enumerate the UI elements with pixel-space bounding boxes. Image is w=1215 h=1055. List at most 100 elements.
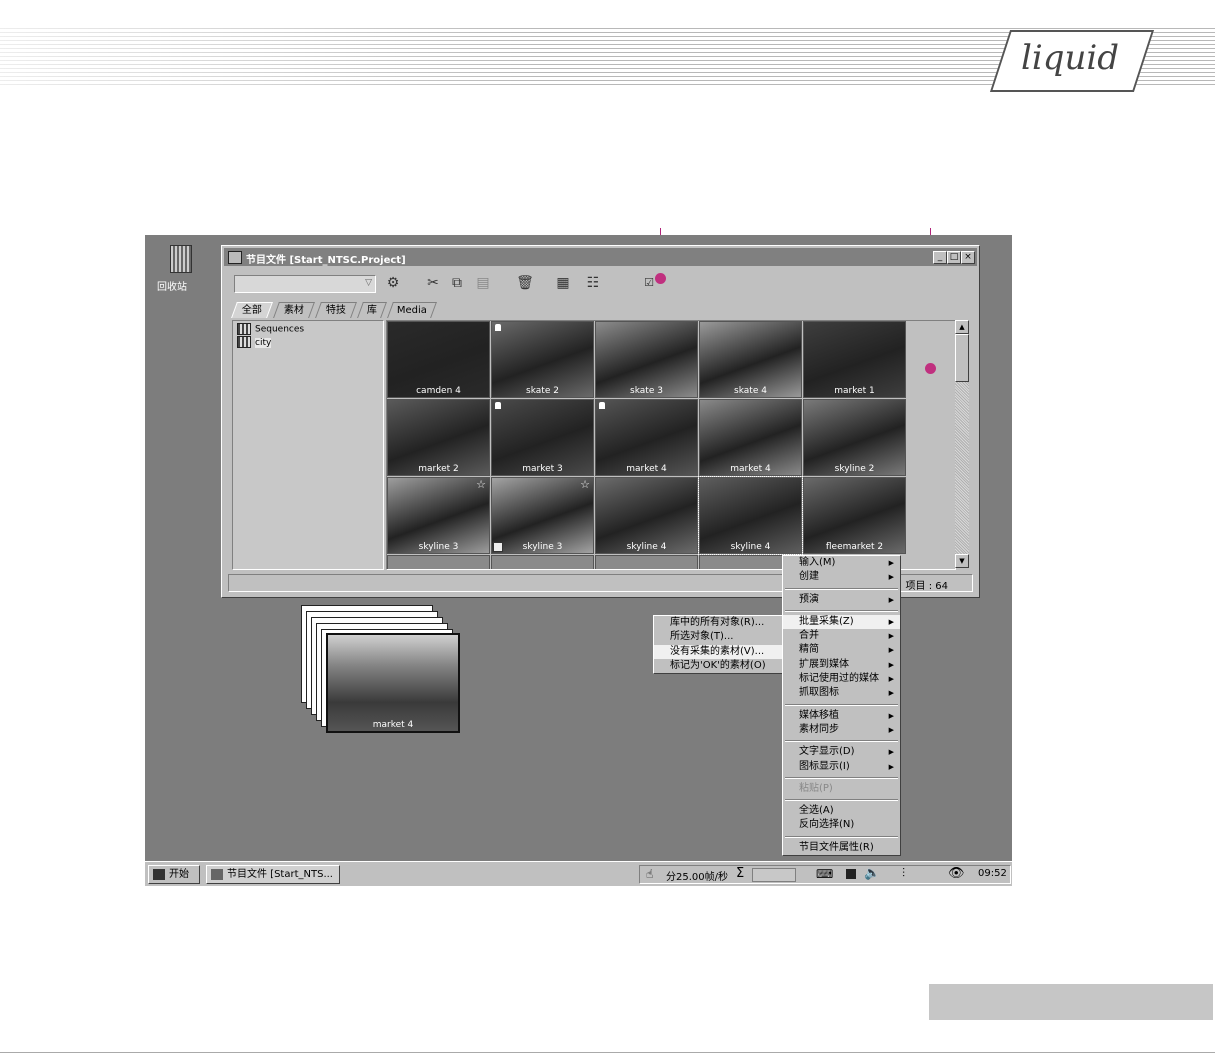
- clip-thumbnail[interactable]: [595, 555, 698, 569]
- stacked-clip[interactable]: market 4: [326, 633, 460, 733]
- project-window: 节目文件 [Start_NTSC.Project] _ □ × ▽ ⚙ ✂ ⧉ …: [221, 245, 980, 598]
- taskbar-project-window[interactable]: 节目文件 [Start_NTS...: [206, 865, 340, 884]
- chevron-down-icon: ▽: [365, 278, 372, 288]
- context-menu-item[interactable]: 扩展到媒体 ▶: [783, 658, 900, 672]
- menu-separator: [785, 835, 898, 838]
- large-icons-view-icon[interactable]: ▦: [554, 274, 572, 292]
- filter-combo[interactable]: ▽: [234, 275, 376, 293]
- clip-thumbnail[interactable]: camden 4: [387, 321, 490, 398]
- batch-capture-submenu: 库中的所有对象(R)... 所选对象(T)... 没有采集的素材(V)... 标记为'…: [653, 615, 785, 675]
- mixer-icon[interactable]: ⫶: [902, 866, 905, 881]
- title-bar[interactable]: 节目文件 [Start_NTSC.Project] _ □ ×: [224, 248, 977, 266]
- context-menu-item[interactable]: 抓取图标 ▶: [783, 686, 900, 700]
- hand-icon[interactable]: ☝: [646, 867, 653, 881]
- context-menu-item[interactable]: 输入(M) ▶: [783, 556, 900, 570]
- marker-icon: [495, 402, 501, 409]
- clip-thumbnail[interactable]: skyline 4: [698, 476, 803, 555]
- submenu-arrow-icon: ▶: [888, 689, 894, 698]
- clip-thumbnail[interactable]: skate 3: [595, 321, 698, 398]
- clip-thumbnail[interactable]: skate 2: [491, 321, 594, 398]
- scroll-thumb[interactable]: [955, 334, 969, 382]
- context-menu-item[interactable]: 标记使用过的媒体 ▶: [783, 672, 900, 686]
- footer-bar: [929, 984, 1213, 1020]
- desktop: 回收站 节目文件 [Start_NTSC.Project] _ □ × ▽ ⚙ …: [145, 235, 1012, 886]
- clip-thumbnail[interactable]: market 4: [699, 399, 802, 476]
- vertical-scrollbar[interactable]: ▲ ▼: [955, 320, 969, 568]
- volume-icon[interactable]: 🔈: [864, 866, 880, 881]
- folder-icon: [237, 323, 251, 335]
- clip-thumbnail[interactable]: market 2: [387, 399, 490, 476]
- context-menu-item[interactable]: 合并 ▶: [783, 629, 900, 643]
- clip-label: camden 4: [416, 386, 461, 396]
- tools-icon[interactable]: ⚙: [384, 274, 402, 292]
- recycle-bin-icon[interactable]: [165, 241, 195, 275]
- stacked-clip-label: market 4: [372, 720, 414, 730]
- callout-dot-2: [925, 363, 936, 374]
- scroll-up-button[interactable]: ▲: [955, 320, 969, 334]
- clip-thumbnail[interactable]: skyline 4: [595, 477, 698, 554]
- tab-library[interactable]: 库: [357, 302, 387, 318]
- logo-text: liquid: [1020, 38, 1120, 78]
- item-count: 项目 : 64: [905, 581, 948, 592]
- window-icon: [211, 868, 223, 880]
- clip-thumbnail[interactable]: [387, 555, 490, 569]
- liquid-logo: liquid: [989, 30, 1155, 92]
- clip-thumbnail[interactable]: skyline 2: [803, 399, 906, 476]
- clip-thumbnail[interactable]: ☆ skyline 3: [491, 477, 594, 554]
- submenu-arrow-icon: ▶: [888, 573, 894, 582]
- context-menu-item[interactable]: 预演 ▶: [783, 593, 900, 607]
- star-icon: ☆: [476, 478, 486, 491]
- submenu-item[interactable]: 所选对象(T)...: [654, 630, 784, 644]
- menu-separator: [785, 703, 898, 706]
- cut-icon[interactable]: ✂: [424, 274, 442, 292]
- clip-thumbnail[interactable]: market 1: [803, 321, 906, 398]
- context-menu-item[interactable]: 批量采集(Z) ▶: [783, 614, 900, 630]
- context-menu-item[interactable]: 反向选择(N): [783, 818, 900, 832]
- context-menu-item[interactable]: 节目文件属性(R): [783, 841, 900, 855]
- clip-thumbnail[interactable]: skate 4: [699, 321, 802, 398]
- delete-icon[interactable]: 🗑: [516, 274, 534, 292]
- paste-icon[interactable]: ▤: [474, 274, 492, 292]
- tab-all[interactable]: 全部: [231, 302, 273, 318]
- sigma-icon[interactable]: Σ: [736, 866, 744, 881]
- submenu-item[interactable]: 库中的所有对象(R)...: [654, 616, 784, 630]
- context-menu-item[interactable]: 素材同步 ▶: [783, 723, 900, 737]
- submenu-item[interactable]: 标记为'OK'的素材(O): [654, 659, 784, 673]
- taskbar: 开始 节目文件 [Start_NTS... ☝ 分25.00帧/秒 Σ ⌨ 🔈 …: [145, 861, 1012, 886]
- tab-effects[interactable]: 特技: [315, 302, 357, 318]
- copy-icon[interactable]: ⧉: [448, 274, 466, 292]
- context-menu-item[interactable]: 文字显示(D) ▶: [783, 745, 900, 759]
- submenu-item[interactable]: 没有采集的素材(V)...: [654, 644, 784, 659]
- menu-separator: [785, 799, 898, 802]
- folder-tree: Sequences city: [232, 320, 384, 570]
- clip-thumbnail[interactable]: market 3: [491, 399, 594, 476]
- tab-media[interactable]: Media: [387, 302, 437, 318]
- menu-separator: [785, 740, 898, 743]
- clip-thumbnail[interactable]: ☆ skyline 3: [387, 477, 490, 554]
- context-menu-item[interactable]: 创建 ▶: [783, 570, 900, 584]
- clip-thumbnail[interactable]: [491, 555, 594, 569]
- maximize-button[interactable]: □: [947, 251, 961, 264]
- context-menu-item[interactable]: 图标显示(I) ▶: [783, 760, 900, 774]
- context-menu-item[interactable]: 精简 ▶: [783, 643, 900, 657]
- display-icon[interactable]: [846, 869, 856, 879]
- tree-item-sequences[interactable]: Sequences: [237, 323, 304, 335]
- list-view-icon[interactable]: ☷: [584, 274, 602, 292]
- close-button[interactable]: ×: [961, 251, 975, 264]
- marker-icon: [495, 324, 501, 331]
- clip-thumbnail[interactable]: market 4: [595, 399, 698, 476]
- context-menu-item[interactable]: 媒体移植 ▶: [783, 709, 900, 723]
- start-button[interactable]: 开始: [148, 865, 200, 884]
- eye-icon[interactable]: 👁: [948, 866, 965, 881]
- keyboard-icon[interactable]: ⌨: [816, 867, 833, 881]
- context-menu-item: 粘贴(P): [799, 782, 833, 794]
- context-menu-item[interactable]: 全选(A): [783, 804, 900, 818]
- tab-clips[interactable]: 素材: [273, 302, 315, 318]
- minimize-button[interactable]: _: [933, 251, 947, 264]
- menu-separator: [785, 776, 898, 779]
- clip-thumbnail[interactable]: fleemarket 2: [803, 477, 906, 554]
- scroll-down-button[interactable]: ▼: [955, 554, 969, 568]
- clip-grid: camden 4 skate 2 skate 3 skate 4 market 1 mar…: [386, 320, 956, 570]
- clip-label: skyline 2: [834, 464, 875, 474]
- tree-item-city[interactable]: city: [237, 336, 272, 348]
